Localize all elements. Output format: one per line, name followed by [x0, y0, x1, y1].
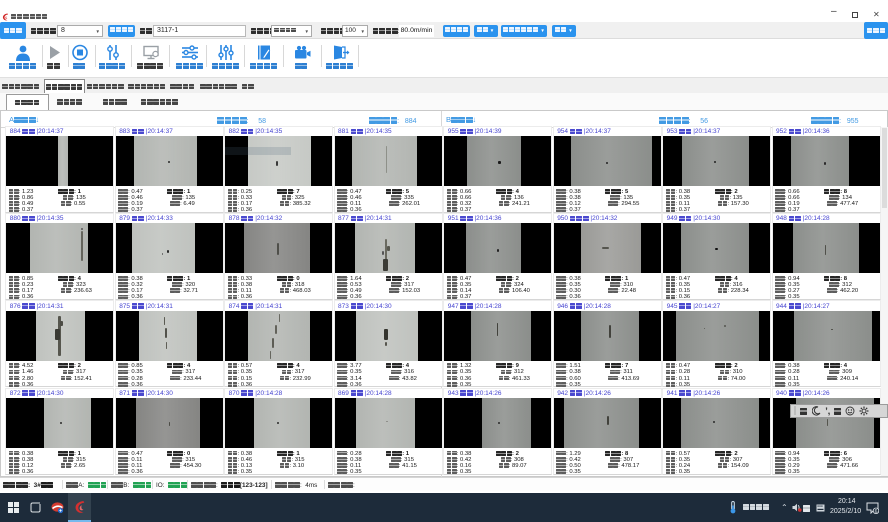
svg-text:6: 6	[875, 509, 878, 514]
